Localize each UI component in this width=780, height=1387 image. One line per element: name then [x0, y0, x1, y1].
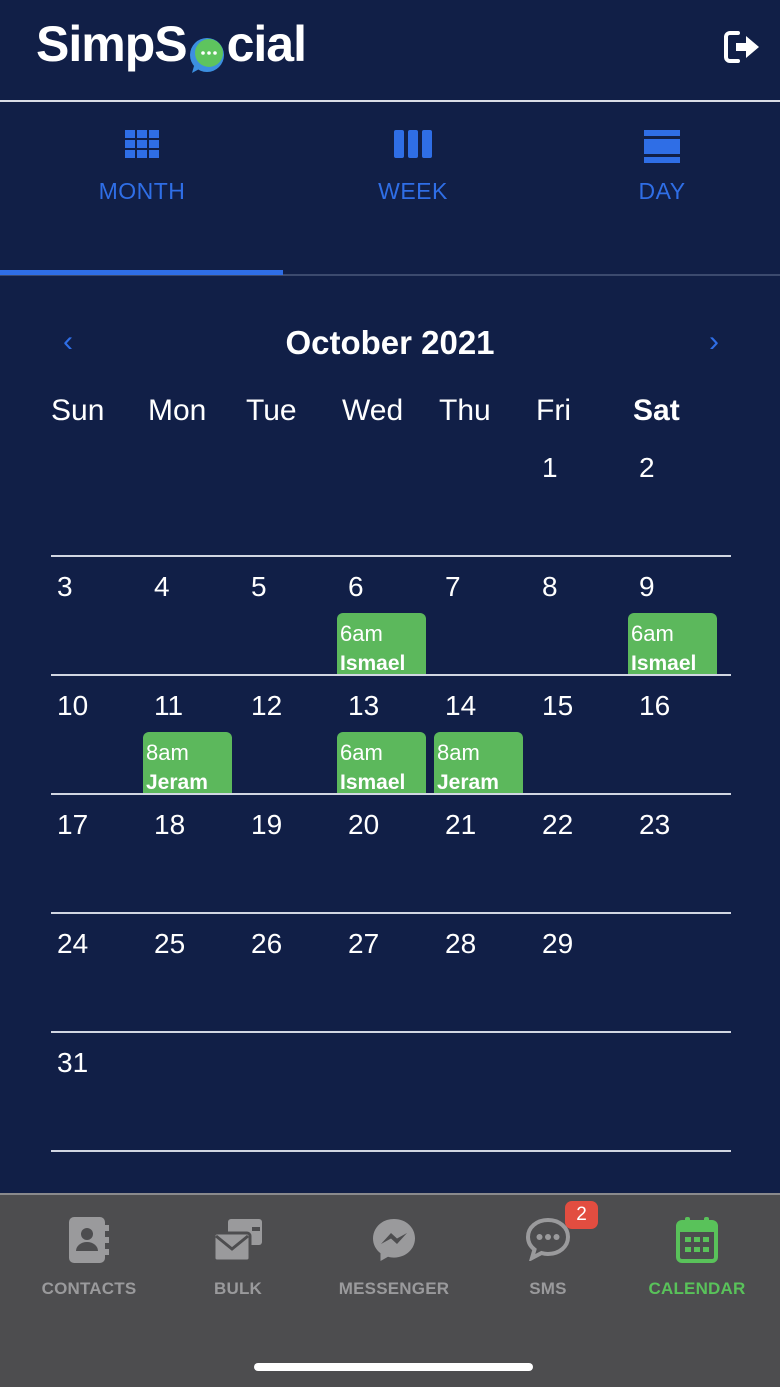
bulk-messages-icon — [198, 1217, 278, 1265]
grid-icon — [62, 130, 222, 164]
event-time: 8am — [437, 740, 480, 765]
week-divider — [51, 1150, 731, 1152]
columns-icon — [333, 130, 493, 164]
event-contact-name: Jeram — [437, 771, 499, 794]
nav-sms[interactable]: SMS — [518, 1217, 578, 1299]
day-cell-20[interactable]: 20 — [348, 809, 379, 841]
app-header: SimpS cial — [0, 0, 780, 102]
day-cell-31[interactable]: 31 — [57, 1047, 88, 1079]
day-cell-28[interactable]: 28 — [445, 928, 476, 960]
day-cell-1[interactable]: 1 — [542, 452, 558, 484]
event-contact-name: Ismael — [340, 771, 406, 794]
contacts-icon — [38, 1217, 140, 1265]
day-cell-7[interactable]: 7 — [445, 571, 461, 603]
view-tabs: MONTH WEEK DAY — [0, 104, 780, 276]
weekday-header: Wed — [342, 394, 404, 427]
nav-contacts[interactable]: CONTACTS — [38, 1217, 140, 1299]
bottom-navigation: CONTACTS BULK MESSENGER SMS CALENDAR — [0, 1193, 780, 1387]
active-tab-indicator — [0, 270, 283, 275]
event-contact-name: Ismael — [631, 652, 697, 675]
day-cell-24[interactable]: 24 — [57, 928, 88, 960]
rows-icon — [582, 130, 742, 164]
weekday-header: Thu — [439, 394, 491, 427]
day-cell-4[interactable]: 4 — [154, 571, 170, 603]
tab-month[interactable]: MONTH — [62, 130, 222, 205]
day-cell-2[interactable]: 2 — [639, 452, 655, 484]
day-cell-22[interactable]: 22 — [542, 809, 573, 841]
home-indicator[interactable] — [254, 1363, 533, 1371]
month-navigation: ‹ October 2021 › — [0, 318, 780, 370]
day-cell-18[interactable]: 18 — [154, 809, 185, 841]
day-cell-6[interactable]: 6 — [348, 571, 364, 603]
day-cell-25[interactable]: 25 — [154, 928, 185, 960]
day-cell-9[interactable]: 9 — [639, 571, 655, 603]
day-cell-17[interactable]: 17 — [57, 809, 88, 841]
week-divider — [51, 555, 731, 557]
day-cell-14[interactable]: 14 — [445, 690, 476, 722]
week-divider — [51, 912, 731, 914]
event-time: 8am — [146, 740, 189, 765]
messenger-icon — [336, 1217, 452, 1265]
calendar-icon — [644, 1217, 750, 1265]
day-cell-13[interactable]: 13 — [348, 690, 379, 722]
nav-messenger[interactable]: MESSENGER — [336, 1217, 452, 1299]
weekday-header: Sun — [51, 394, 105, 427]
day-cell-3[interactable]: 3 — [57, 571, 73, 603]
day-cell-5[interactable]: 5 — [251, 571, 267, 603]
day-cell-12[interactable]: 12 — [251, 690, 282, 722]
weekday-header: Tue — [246, 394, 297, 427]
event-time: 6am — [340, 740, 383, 765]
sms-unread-badge: 2 — [565, 1201, 598, 1229]
event-time: 6am — [631, 621, 674, 646]
day-cell-10[interactable]: 10 — [57, 690, 88, 722]
calendar-event[interactable]: 8am Jeram — [143, 732, 232, 794]
nav-calendar[interactable]: CALENDAR — [644, 1217, 750, 1299]
day-cell-27[interactable]: 27 — [348, 928, 379, 960]
simpsocial-logo: SimpS cial — [36, 16, 307, 73]
weekday-header: Sat — [633, 394, 680, 427]
day-cell-16[interactable]: 16 — [639, 690, 670, 722]
calendar-event[interactable]: 6am Ismael — [628, 613, 717, 675]
tab-week[interactable]: WEEK — [333, 130, 493, 205]
day-cell-26[interactable]: 26 — [251, 928, 282, 960]
next-month-button[interactable]: › — [694, 324, 734, 364]
calendar-event[interactable]: 6am Ismael — [337, 613, 426, 675]
chat-bubble-logo-icon — [188, 28, 226, 73]
tab-day[interactable]: DAY — [582, 130, 742, 205]
calendar-event[interactable]: 6am Ismael — [337, 732, 426, 794]
day-cell-11[interactable]: 11 — [154, 690, 183, 722]
event-contact-name: Jeram — [146, 771, 208, 794]
day-cell-15[interactable]: 15 — [542, 690, 573, 722]
week-divider — [51, 1031, 731, 1033]
weekday-header: Mon — [148, 394, 207, 427]
day-cell-19[interactable]: 19 — [251, 809, 282, 841]
week-divider — [51, 793, 731, 795]
day-cell-21[interactable]: 21 — [445, 809, 476, 841]
sign-out-icon[interactable] — [724, 30, 762, 64]
day-cell-8[interactable]: 8 — [542, 571, 558, 603]
day-cell-29[interactable]: 29 — [542, 928, 573, 960]
weekday-header: Fri — [536, 394, 571, 427]
event-time: 6am — [340, 621, 383, 646]
calendar-event[interactable]: 8am Jeram — [434, 732, 523, 794]
month-title: October 2021 — [285, 324, 495, 361]
day-cell-23[interactable]: 23 — [639, 809, 670, 841]
event-contact-name: Ismael — [340, 652, 406, 675]
nav-bulk[interactable]: BULK — [198, 1217, 278, 1299]
week-divider — [51, 674, 731, 676]
